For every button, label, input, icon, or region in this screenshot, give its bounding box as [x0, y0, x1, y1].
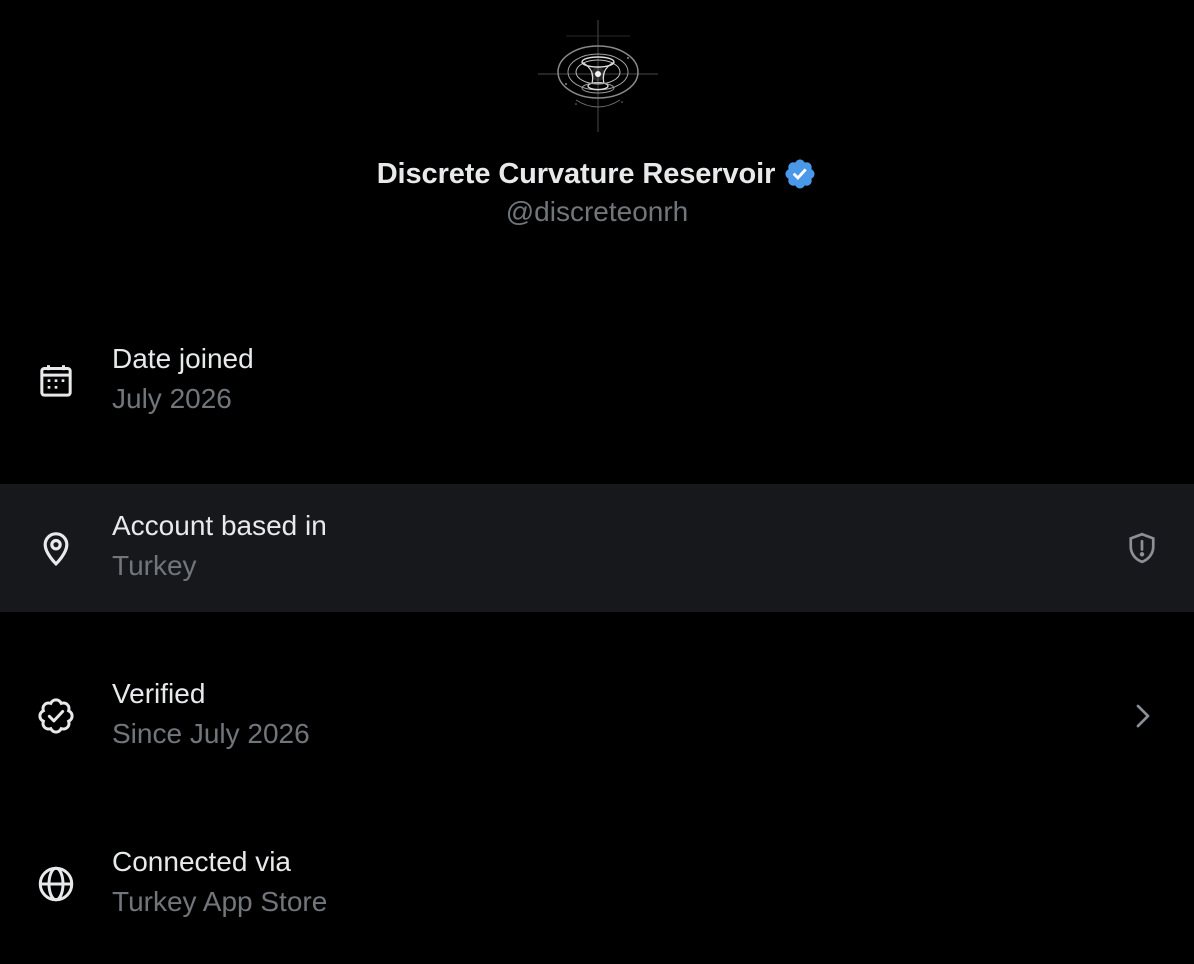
connected-via-row: Connected via Turkey App Store — [0, 820, 1194, 948]
verified-row[interactable]: Verified Since July 2026 — [0, 652, 1194, 780]
verified-value: Since July 2026 — [112, 718, 310, 749]
connected-via-label: Connected via — [112, 846, 292, 877]
date-joined-value: July 2026 — [112, 383, 232, 414]
globe-icon — [34, 862, 78, 906]
date-joined-row: Date joined July 2026 — [0, 317, 1194, 445]
connected-via-value: Turkey App Store — [112, 886, 328, 917]
date-joined-label: Date joined — [112, 343, 254, 374]
account-based-in-value: Turkey — [112, 550, 197, 581]
abstract-wormhole-avatar-icon — [536, 14, 660, 138]
location-pin-icon — [34, 526, 78, 570]
display-name: Discrete Curvature Reservoir — [376, 157, 776, 190]
chevron-right-icon[interactable] — [1122, 696, 1162, 736]
profile-header: Discrete Curvature Reservoir @discreteon… — [0, 0, 1194, 250]
verified-check-icon — [34, 694, 78, 738]
verified-badge-icon[interactable] — [783, 157, 817, 191]
handle: @discreteonrh — [505, 196, 689, 227]
account-based-in-row[interactable]: Account based in Turkey — [0, 484, 1194, 612]
name-row: Discrete Curvature Reservoir — [0, 152, 1194, 196]
account-based-in-label: Account based in — [112, 510, 327, 541]
calendar-icon — [34, 359, 78, 403]
verified-label: Verified — [112, 678, 206, 709]
shield-alert-icon[interactable] — [1122, 528, 1162, 568]
avatar[interactable] — [536, 14, 660, 138]
